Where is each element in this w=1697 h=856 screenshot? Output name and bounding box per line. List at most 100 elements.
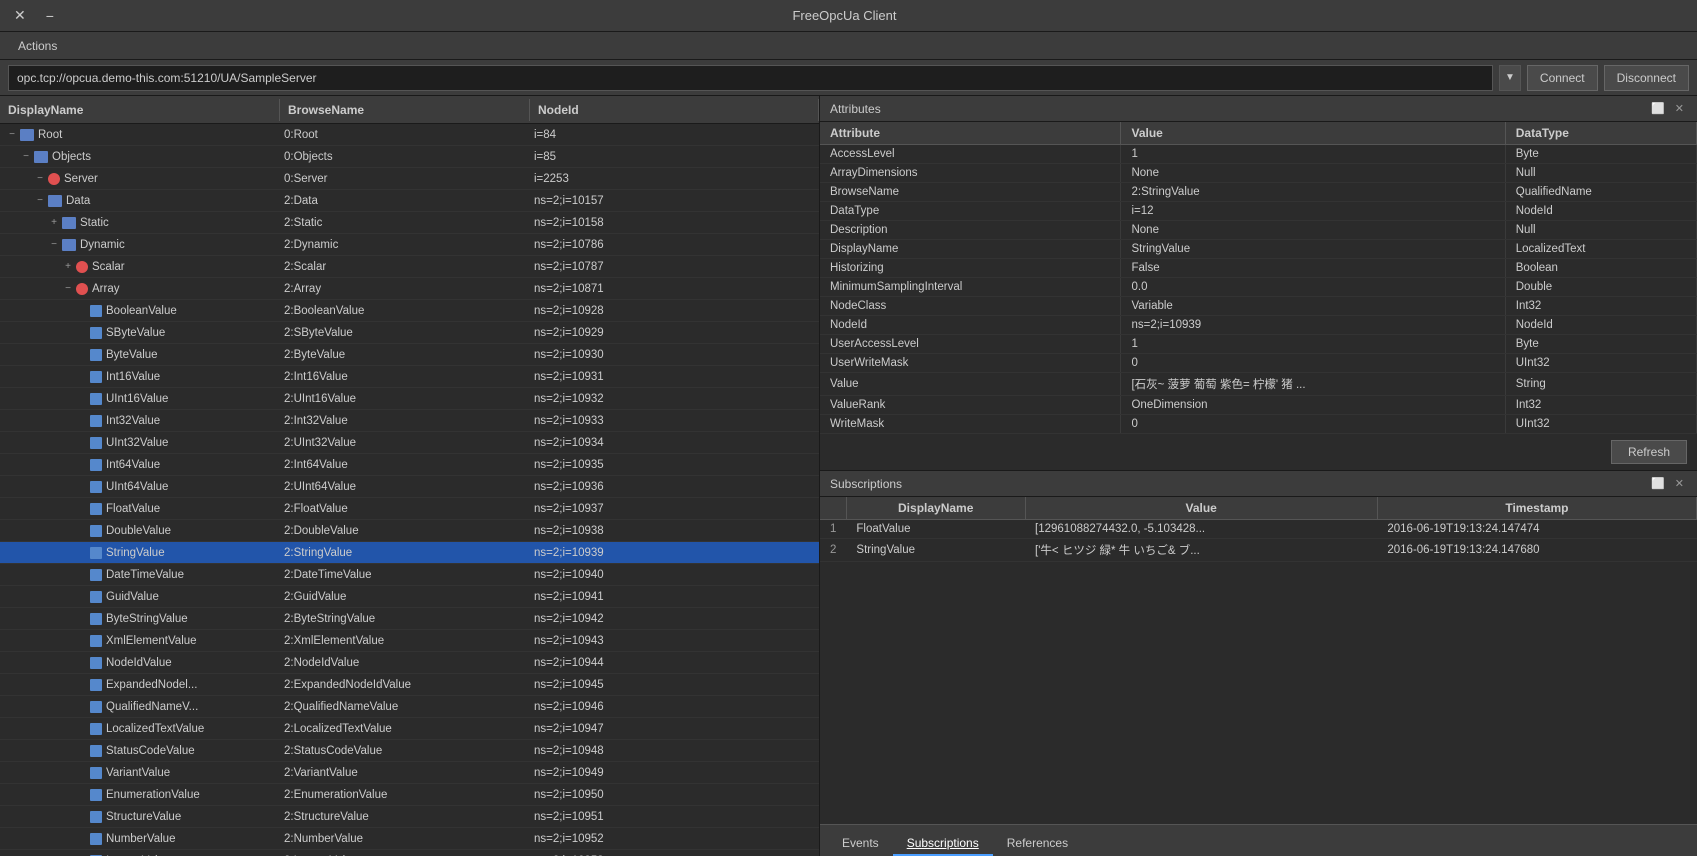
close-button[interactable]: ✕: [8, 5, 32, 26]
attr-row: ArrayDimensionsNoneNull: [820, 164, 1697, 183]
tree-row-browse: 2:Data: [280, 195, 530, 207]
attr-row: WriteMask0UInt32: [820, 415, 1697, 434]
tree-row[interactable]: GuidValue2:GuidValuens=2;i=10941: [0, 586, 819, 608]
tab-events[interactable]: Events: [828, 832, 893, 856]
variable-icon: [90, 701, 102, 713]
tree-row[interactable]: −Server0:Serveri=2253: [0, 168, 819, 190]
tree-row[interactable]: DateTimeValue2:DateTimeValuens=2;i=10940: [0, 564, 819, 586]
tree-row-browse: 2:Scalar: [280, 261, 530, 273]
menu-actions[interactable]: Actions: [8, 35, 67, 57]
tree-row[interactable]: SByteValue2:SByteValuens=2;i=10929: [0, 322, 819, 344]
tree-row[interactable]: UInt32Value2:UInt32Valuens=2;i=10934: [0, 432, 819, 454]
tree-row[interactable]: UInt64Value2:UInt64Valuens=2;i=10936: [0, 476, 819, 498]
tree-row-name: XmlElementValue: [106, 635, 197, 647]
tree-row[interactable]: ByteValue2:ByteValuens=2;i=10930: [0, 344, 819, 366]
tree-row[interactable]: FloatValue2:FloatValuens=2;i=10937: [0, 498, 819, 520]
tree-row[interactable]: ByteStringValue2:ByteStringValuens=2;i=1…: [0, 608, 819, 630]
tree-row[interactable]: EnumerationValue2:EnumerationValuens=2;i…: [0, 784, 819, 806]
subscriptions-table: DisplayName Value Timestamp 1FloatValue[…: [820, 497, 1697, 562]
tree-row-name: GuidValue: [106, 591, 159, 603]
tree-row[interactable]: −Dynamic2:Dynamicns=2;i=10786: [0, 234, 819, 256]
attr-value: None: [1121, 221, 1505, 240]
tree-row-name: Static: [80, 217, 109, 229]
variable-icon: [90, 679, 102, 691]
tab-subscriptions[interactable]: Subscriptions: [893, 832, 993, 856]
sub-row-value: ['牛< ヒツジ 緑* 牛 いちご& ブ...: [1025, 539, 1377, 562]
menu-bar: Actions: [0, 32, 1697, 60]
tree-row-name: UInt16Value: [106, 393, 168, 405]
tree-row-nodeid: ns=2;i=10945: [530, 679, 819, 691]
refresh-button[interactable]: Refresh: [1611, 440, 1687, 464]
sub-row: 1FloatValue[12961088274432.0, -5.103428.…: [820, 520, 1697, 539]
tree-row[interactable]: XmlElementValue2:XmlElementValuens=2;i=1…: [0, 630, 819, 652]
attributes-table: Attribute Value DataType AccessLevel1Byt…: [820, 122, 1697, 434]
tree-row[interactable]: Int32Value2:Int32Valuens=2;i=10933: [0, 410, 819, 432]
attr-value: StringValue: [1121, 240, 1505, 259]
tree-row[interactable]: Int64Value2:Int64Valuens=2;i=10935: [0, 454, 819, 476]
tree-row-nodeid: ns=2;i=10949: [530, 767, 819, 779]
tree-row[interactable]: −Data2:Datans=2;i=10157: [0, 190, 819, 212]
tree-body[interactable]: −Root0:Rooti=84−Objects0:Objectsi=85−Ser…: [0, 124, 819, 856]
tree-row-nodeid: ns=2;i=10947: [530, 723, 819, 735]
tree-row-name: UInt32Value: [106, 437, 168, 449]
attr-row: AccessLevel1Byte: [820, 145, 1697, 164]
refresh-row: Refresh: [820, 434, 1697, 470]
tree-row-browse: 2:ExpandedNodeIdValue: [280, 679, 530, 691]
attr-row: UserWriteMask0UInt32: [820, 354, 1697, 373]
tree-row-name: StringValue: [106, 547, 165, 559]
tree-row-browse: 2:ByteValue: [280, 349, 530, 361]
tree-header: DisplayName BrowseName NodeId: [0, 96, 819, 124]
variable-icon: [90, 833, 102, 845]
tree-row[interactable]: −Array2:Arrayns=2;i=10871: [0, 278, 819, 300]
tree-row[interactable]: ExpandedNodel...2:ExpandedNodeIdValuens=…: [0, 674, 819, 696]
tree-row[interactable]: StringValue2:StringValuens=2;i=10939: [0, 542, 819, 564]
disconnect-button[interactable]: Disconnect: [1604, 65, 1689, 91]
tree-row-browse: 2:UInt32Value: [280, 437, 530, 449]
attr-col-value: Value: [1121, 122, 1505, 145]
tree-row-browse: 2:QualifiedNameValue: [280, 701, 530, 713]
tree-row[interactable]: NumberValue2:NumberValuens=2;i=10952: [0, 828, 819, 850]
tree-row[interactable]: IntegerValue2:IntegerValuens=2;i=10953: [0, 850, 819, 856]
tree-row[interactable]: +Static2:Staticns=2;i=10158: [0, 212, 819, 234]
tree-row[interactable]: StructureValue2:StructureValuens=2;i=109…: [0, 806, 819, 828]
attr-col-datatype: DataType: [1505, 122, 1696, 145]
col-browsename: BrowseName: [280, 99, 530, 121]
tree-row[interactable]: StatusCodeValue2:StatusCodeValuens=2;i=1…: [0, 740, 819, 762]
tree-row-browse: 0:Root: [280, 129, 530, 141]
tree-row[interactable]: QualifiedNameV...2:QualifiedNameValuens=…: [0, 696, 819, 718]
tree-row[interactable]: UInt16Value2:UInt16Valuens=2;i=10932: [0, 388, 819, 410]
tree-row[interactable]: LocalizedTextValue2:LocalizedTextValuens…: [0, 718, 819, 740]
tree-row-browse: 2:UInt16Value: [280, 393, 530, 405]
connect-button[interactable]: Connect: [1527, 65, 1598, 91]
attr-row: HistorizingFalseBoolean: [820, 259, 1697, 278]
tree-row[interactable]: Int16Value2:Int16Valuens=2;i=10931: [0, 366, 819, 388]
tree-row-browse: 2:SByteValue: [280, 327, 530, 339]
tree-row-browse: 2:UInt64Value: [280, 481, 530, 493]
tree-row-name: VariantValue: [106, 767, 170, 779]
variable-icon: [90, 745, 102, 757]
tree-row-name: NumberValue: [106, 833, 175, 845]
tree-row[interactable]: −Root0:Rooti=84: [0, 124, 819, 146]
bottom-tabs: EventsSubscriptionsReferences: [820, 824, 1697, 856]
tree-row[interactable]: NodeIdValue2:NodeIdValuens=2;i=10944: [0, 652, 819, 674]
tree-row-browse: 2:Static: [280, 217, 530, 229]
attr-row: UserAccessLevel1Byte: [820, 335, 1697, 354]
attr-value: 0.0: [1121, 278, 1505, 297]
connection-url-input[interactable]: [8, 65, 1493, 91]
attributes-close-btn[interactable]: ✕: [1672, 102, 1687, 115]
tree-row[interactable]: VariantValue2:VariantValuens=2;i=10949: [0, 762, 819, 784]
attributes-restore-btn[interactable]: ⬜: [1648, 102, 1668, 115]
attr-value: OneDimension: [1121, 396, 1505, 415]
url-dropdown-button[interactable]: ▼: [1499, 65, 1521, 91]
subs-restore-btn[interactable]: ⬜: [1648, 477, 1668, 490]
tree-row[interactable]: +Scalar2:Scalarns=2;i=10787: [0, 256, 819, 278]
tree-row[interactable]: −Objects0:Objectsi=85: [0, 146, 819, 168]
subs-close-btn[interactable]: ✕: [1672, 477, 1687, 490]
tree-row[interactable]: DoubleValue2:DoubleValuens=2;i=10938: [0, 520, 819, 542]
attr-row: DataTypei=12NodeId: [820, 202, 1697, 221]
variable-icon: [90, 459, 102, 471]
tree-row-nodeid: ns=2;i=10787: [530, 261, 819, 273]
tab-references[interactable]: References: [993, 832, 1082, 856]
minimize-button[interactable]: −: [40, 5, 60, 26]
tree-row[interactable]: BooleanValue2:BooleanValuens=2;i=10928: [0, 300, 819, 322]
